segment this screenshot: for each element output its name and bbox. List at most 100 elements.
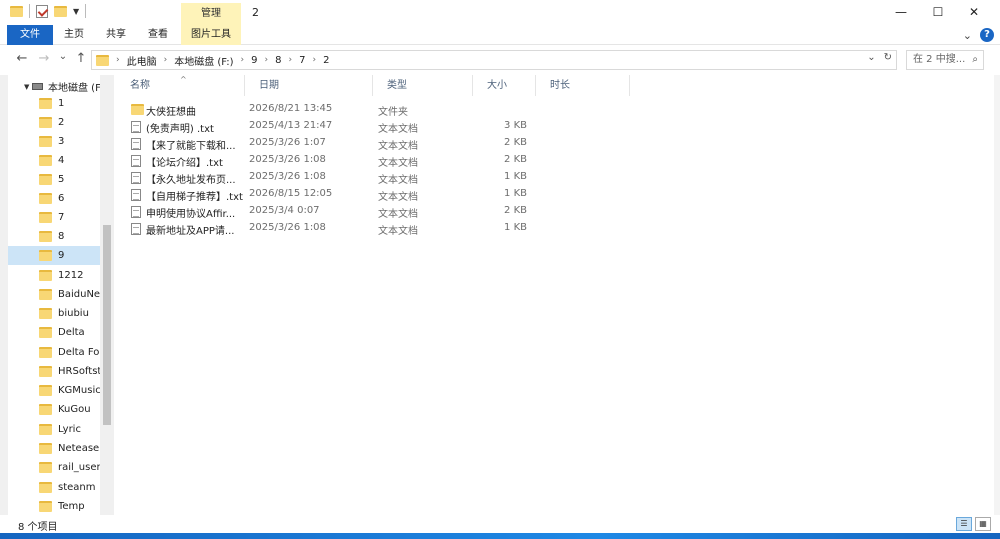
tab-share[interactable]: 共享 bbox=[104, 25, 128, 45]
collapse-ribbon-icon[interactable]: ⌄ bbox=[963, 29, 972, 42]
text-file-icon bbox=[131, 121, 141, 133]
sidebar-item-label: 7 bbox=[58, 212, 65, 223]
large-icons-view-button[interactable]: ▦ bbox=[975, 517, 991, 531]
search-icon[interactable]: ⌕ bbox=[972, 51, 978, 69]
sidebar-item[interactable]: 3 bbox=[8, 132, 100, 151]
chevron-right-icon[interactable]: › bbox=[116, 55, 120, 65]
file-list[interactable]: ^ 名称 日期 类型 大小 时长 大侠狂想曲 2026/8/21 13:45 文… bbox=[116, 75, 994, 515]
breadcrumb-this-pc[interactable]: 此电脑 bbox=[127, 53, 157, 68]
breadcrumb-9[interactable]: 9 bbox=[251, 55, 257, 66]
column-header-date[interactable]: 日期 bbox=[245, 75, 373, 96]
sidebar-item[interactable]: 4 bbox=[8, 151, 100, 170]
breadcrumb-8[interactable]: 8 bbox=[275, 55, 281, 66]
sidebar-item[interactable]: HRSoftstore bbox=[8, 362, 100, 381]
file-row[interactable]: 大侠狂想曲 2026/8/21 13:45 文件夹 bbox=[128, 101, 538, 118]
sidebar-item[interactable]: steanm bbox=[8, 478, 100, 497]
file-row[interactable]: 【论坛介绍】.txt 2025/3/26 1:08 文本文档 2 KB bbox=[128, 152, 538, 169]
chevron-right-icon[interactable]: › bbox=[241, 55, 245, 65]
chevron-right-icon[interactable]: › bbox=[164, 55, 168, 65]
column-header-size[interactable]: 大小 bbox=[473, 75, 536, 96]
recent-locations-button[interactable]: ⌄ bbox=[55, 51, 71, 62]
sort-ascending-icon: ^ bbox=[180, 75, 187, 84]
column-header-duration[interactable]: 时长 bbox=[536, 75, 630, 96]
column-header-name[interactable]: ^ 名称 bbox=[116, 75, 245, 96]
tab-view[interactable]: 查看 bbox=[146, 25, 170, 45]
address-bar[interactable]: › 此电脑 › 本地磁盘 (F:) › 9 › 8 › 7 › 2 ⌄ ↻ bbox=[91, 50, 897, 70]
folder-icon bbox=[39, 443, 52, 454]
sidebar-item[interactable]: Lyric bbox=[8, 420, 100, 439]
refresh-icon[interactable]: ↻ bbox=[884, 52, 892, 63]
navigation-pane[interactable]: ▼ 本地磁盘 (F:) 1 2 3 4 5 6 7 8 9 1212 Baidu… bbox=[0, 75, 114, 515]
sidebar-item[interactable]: 6 bbox=[8, 189, 100, 208]
sidebar-item[interactable]: rail_user_data bbox=[8, 458, 100, 477]
sidebar-item[interactable]: 7 bbox=[8, 208, 100, 227]
chevron-right-icon[interactable]: › bbox=[265, 55, 269, 65]
sidebar-scrollbar[interactable] bbox=[100, 75, 114, 515]
sidebar-item[interactable]: Delta Force bbox=[8, 343, 100, 362]
file-row[interactable]: (免责声明) .txt 2025/4/13 21:47 文本文档 3 KB bbox=[128, 118, 538, 135]
properties-icon[interactable] bbox=[36, 4, 48, 18]
file-date: 2025/3/4 0:07 bbox=[249, 205, 320, 216]
sidebar-item[interactable]: 2 bbox=[8, 113, 100, 132]
breadcrumb-drive[interactable]: 本地磁盘 (F:) bbox=[174, 53, 233, 68]
close-button[interactable]: ✕ bbox=[956, 0, 992, 25]
sidebar-item[interactable]: Netease bbox=[8, 439, 100, 458]
collapse-caret-icon[interactable]: ▼ bbox=[24, 83, 29, 91]
tab-picture-tools[interactable]: 图片工具 bbox=[181, 25, 241, 45]
help-icon[interactable]: ? bbox=[980, 28, 994, 42]
ribbon-controls: ⌄ ? bbox=[963, 28, 994, 42]
sidebar-item-label: 2 bbox=[58, 117, 65, 128]
sidebar-item[interactable]: KuGou bbox=[8, 400, 100, 419]
sidebar-item-label: rail_user_data bbox=[58, 462, 100, 473]
sidebar-item-label: KGMusic bbox=[58, 385, 100, 396]
folder-icon bbox=[39, 424, 52, 435]
file-date: 2025/3/26 1:08 bbox=[249, 222, 326, 233]
chevron-right-icon[interactable]: › bbox=[289, 55, 293, 65]
divider bbox=[29, 4, 30, 18]
breadcrumb-7[interactable]: 7 bbox=[299, 55, 305, 66]
file-row[interactable]: 申明使用协议Affir... 2025/3/4 0:07 文本文档 2 KB bbox=[128, 203, 538, 220]
new-folder-icon[interactable] bbox=[54, 5, 67, 17]
sidebar-item[interactable]: 1 bbox=[8, 94, 100, 113]
sidebar-item[interactable]: biubiu bbox=[8, 304, 100, 323]
file-date: 2026/8/15 12:05 bbox=[249, 188, 333, 199]
folder-icon bbox=[39, 327, 52, 338]
sidebar-item[interactable]: Temp bbox=[8, 497, 100, 515]
file-row[interactable]: 【自用梯子推荐】.txt 2026/8/15 12:05 文本文档 1 KB bbox=[128, 186, 538, 203]
file-size: 3 KB bbox=[504, 120, 527, 131]
file-size: 2 KB bbox=[504, 154, 527, 165]
sidebar-item[interactable]: KGMusic bbox=[8, 381, 100, 400]
folder-icon bbox=[39, 501, 52, 512]
sidebar-item[interactable]: 1212 bbox=[8, 266, 100, 285]
sidebar-item-label: 1 bbox=[58, 98, 65, 109]
breadcrumb-2[interactable]: 2 bbox=[323, 55, 329, 66]
back-button[interactable]: ← bbox=[14, 51, 30, 66]
file-row[interactable]: 最新地址及APP请... 2025/3/26 1:08 文本文档 1 KB bbox=[128, 220, 538, 237]
minimize-button[interactable]: — bbox=[883, 0, 919, 25]
chevron-right-icon[interactable]: › bbox=[313, 55, 317, 65]
forward-button[interactable]: → bbox=[36, 51, 52, 66]
maximize-button[interactable]: ☐ bbox=[920, 0, 956, 25]
up-button[interactable]: ↑ bbox=[73, 51, 89, 66]
sidebar-item[interactable]: 5 bbox=[8, 170, 100, 189]
file-row[interactable]: 【来了就能下载和... 2025/3/26 1:07 文本文档 2 KB bbox=[128, 135, 538, 152]
file-size: 1 KB bbox=[504, 188, 527, 199]
text-file-icon bbox=[131, 138, 141, 150]
sidebar-item[interactable]: Delta bbox=[8, 323, 100, 342]
scrollbar-thumb[interactable] bbox=[103, 225, 111, 425]
tab-home[interactable]: 主页 bbox=[62, 25, 86, 45]
tab-file[interactable]: 文件 bbox=[7, 25, 53, 45]
search-input[interactable]: 在 2 中搜... ⌕ bbox=[906, 50, 984, 70]
sidebar-item-selected[interactable]: 9 bbox=[8, 246, 100, 265]
column-header-type[interactable]: 类型 bbox=[373, 75, 473, 96]
customize-toolbar-icon[interactable]: ▼ bbox=[73, 7, 79, 16]
address-dropdown-icon[interactable]: ⌄ bbox=[867, 52, 875, 63]
file-row[interactable]: 【永久地址发布页... 2025/3/26 1:08 文本文档 1 KB bbox=[128, 169, 538, 186]
folder-icon bbox=[39, 404, 52, 415]
details-view-button[interactable]: ☰ bbox=[956, 517, 972, 531]
manage-context-tab[interactable]: 管理 bbox=[181, 3, 241, 25]
sidebar-item-label: HRSoftstore bbox=[58, 366, 100, 377]
sidebar-item[interactable]: BaiduNet bbox=[8, 285, 100, 304]
sidebar-item[interactable]: 8 bbox=[8, 227, 100, 246]
taskbar-edge bbox=[0, 533, 1000, 539]
